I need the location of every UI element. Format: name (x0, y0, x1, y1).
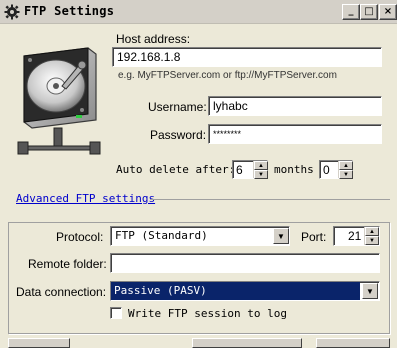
title-bar: FTP Settings _ □ × (0, 0, 397, 24)
remote-folder-field[interactable] (110, 253, 380, 273)
close-icon: × (383, 6, 393, 17)
spin-down-icon[interactable]: ▼ (254, 170, 268, 179)
host-address-field[interactable]: 192.168.1.8 (112, 47, 382, 67)
advanced-ftp-settings-link[interactable]: Advanced FTP settings (16, 192, 155, 205)
minimize-icon: _ (348, 4, 354, 16)
protocol-value: FTP (Standard) (115, 229, 208, 242)
host-example-text: e.g. MyFTPServer.com or ftp://MyFTPServe… (118, 70, 337, 81)
password-field[interactable]: ******** (208, 124, 382, 144)
protocol-select[interactable]: FTP (Standard) (110, 226, 290, 246)
spin-down-icon[interactable]: ▼ (339, 170, 353, 179)
write-log-checkbox[interactable] (110, 307, 122, 319)
separator (150, 199, 390, 200)
data-connection-label: Data connection: (16, 285, 107, 299)
username-field[interactable]: lyhabc (208, 96, 382, 116)
chevron-down-icon: ▼ (277, 231, 285, 241)
port-label: Port: (301, 230, 327, 244)
close-button[interactable]: × (379, 4, 397, 20)
data-connection-dropdown-button[interactable]: ▼ (362, 283, 378, 299)
spin-down-icon[interactable]: ▼ (365, 236, 379, 245)
auto-delete-extra-value: 0 (323, 163, 330, 177)
gear-icon (4, 4, 20, 20)
auto-delete-months-spin[interactable]: ▲ ▼ (253, 161, 268, 179)
write-log-label: Write FTP session to log (128, 307, 287, 320)
spin-up-icon[interactable]: ▲ (254, 161, 268, 170)
port-spin[interactable]: ▲ ▼ (364, 227, 379, 245)
protocol-label: Protocol: (56, 230, 104, 244)
minimize-button[interactable]: _ (342, 4, 360, 20)
window-title: FTP Settings (24, 4, 115, 18)
password-label: Password: (150, 128, 207, 142)
chevron-down-icon: ▼ (366, 286, 374, 296)
port-value: 21 (348, 229, 362, 243)
protocol-dropdown-button[interactable]: ▼ (273, 228, 289, 244)
spin-up-icon[interactable]: ▲ (339, 161, 353, 170)
ftp-server-icon (17, 47, 101, 155)
data-connection-select[interactable]: Passive (PASV) (110, 281, 380, 301)
host-address-label: Host address: (116, 32, 191, 46)
maximize-button[interactable]: □ (360, 4, 378, 20)
auto-delete-label: Auto delete after: (116, 163, 236, 176)
username-label: Username: (148, 100, 207, 114)
remote-folder-label: Remote folder: (28, 257, 107, 271)
bottom-button-middle[interactable] (192, 338, 302, 348)
data-connection-value: Passive (PASV) (111, 282, 360, 300)
auto-delete-unit-label: months (274, 163, 314, 176)
bottom-button-right[interactable] (316, 338, 390, 348)
bottom-button-left[interactable] (8, 338, 70, 348)
maximize-icon: □ (364, 6, 374, 17)
spin-up-icon[interactable]: ▲ (365, 227, 379, 236)
auto-delete-extra-spin[interactable]: ▲ ▼ (338, 161, 353, 179)
auto-delete-months-value: 6 (236, 163, 243, 177)
